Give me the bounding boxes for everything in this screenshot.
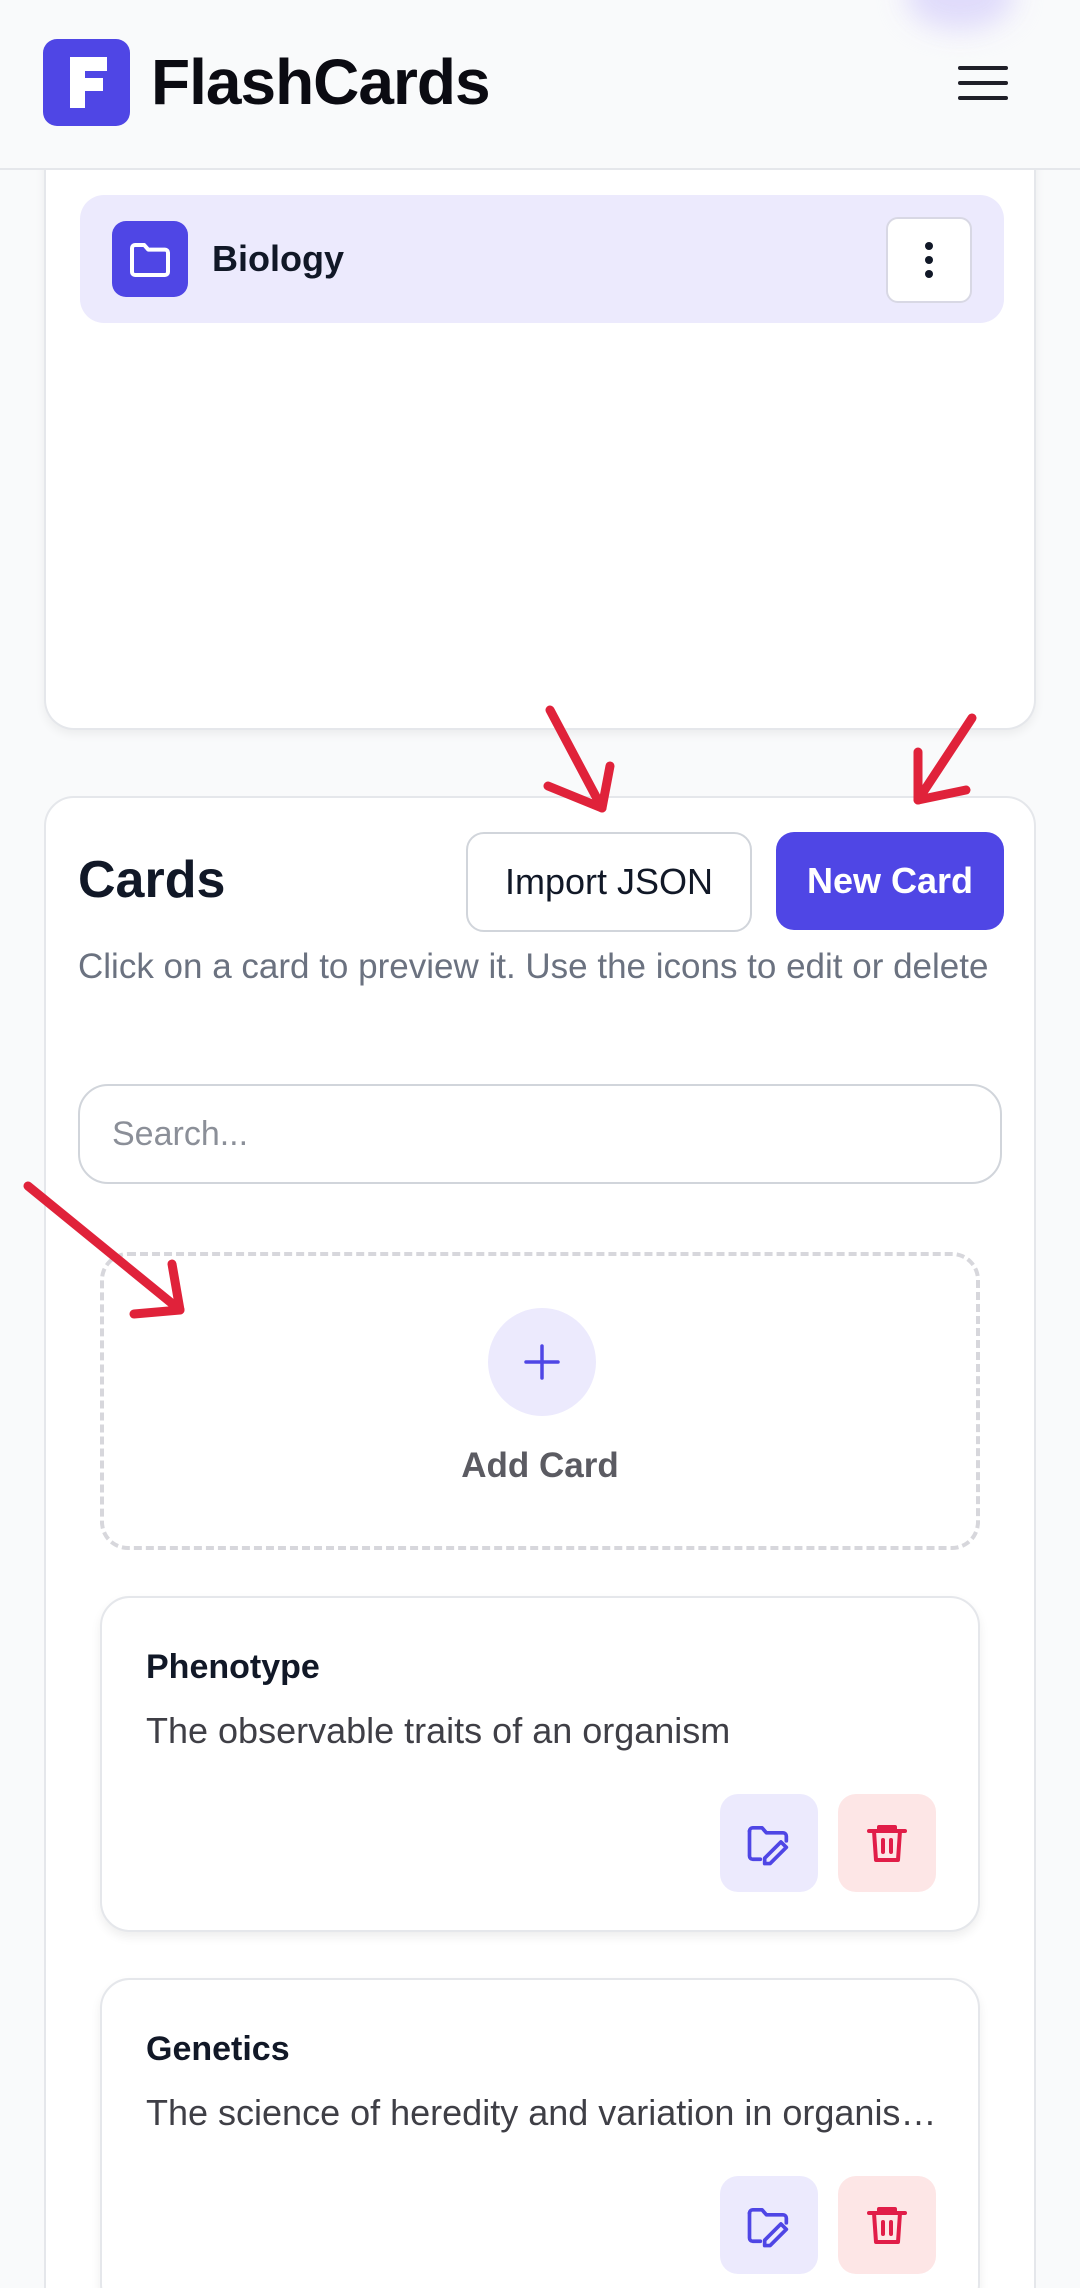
cards-hint: Click on a card to preview it. Use the i… [78, 947, 989, 986]
card-term: Genetics [146, 2030, 290, 2068]
delete-card-button[interactable] [838, 1794, 936, 1892]
card-term: Phenotype [146, 1648, 320, 1686]
cards-heading: Cards [78, 851, 226, 909]
folder-edit-icon [747, 1825, 789, 1866]
folder-edit-icon [747, 2207, 789, 2248]
trash-icon [867, 1825, 907, 1862]
new-card-button[interactable]: New Card [776, 832, 1004, 930]
edit-card-button[interactable] [720, 2176, 818, 2274]
deck-name: Biology [212, 238, 344, 279]
edit-card-button[interactable] [720, 1794, 818, 1892]
decorative-blob [905, 0, 1015, 30]
trash-icon [867, 2207, 907, 2244]
import-json-button[interactable]: Import JSON [466, 832, 752, 932]
app-logo[interactable] [43, 39, 130, 126]
logo-f-icon [70, 57, 107, 108]
flashcard-item[interactable]: Genetics The science of heredity and var… [100, 1978, 980, 2288]
card-definition: The science of heredity and variation in… [146, 2092, 942, 2133]
plus-icon [488, 1308, 596, 1416]
arrow-to-new-card-icon [913, 713, 977, 805]
delete-card-button[interactable] [838, 2176, 936, 2274]
deck-item-biology[interactable]: Biology [80, 195, 1004, 323]
flashcard-item[interactable]: Phenotype The observable traits of an or… [100, 1596, 980, 1932]
app-header: FlashCards [0, 0, 1080, 170]
add-card-tile[interactable]: Add Card [100, 1252, 980, 1550]
add-card-label: Add Card [461, 1446, 619, 1485]
cards-panel: Cards Import JSON New Card Click on a ca… [44, 796, 1036, 2288]
vertical-dots-icon[interactable] [886, 217, 972, 303]
deck-panel: Biology [44, 120, 1036, 730]
hamburger-menu-icon[interactable] [948, 52, 1018, 114]
card-definition: The observable traits of an organism [146, 1710, 731, 1751]
search-input[interactable] [78, 1084, 1002, 1184]
app-title: FlashCards [151, 46, 491, 118]
folder-icon [112, 221, 188, 297]
